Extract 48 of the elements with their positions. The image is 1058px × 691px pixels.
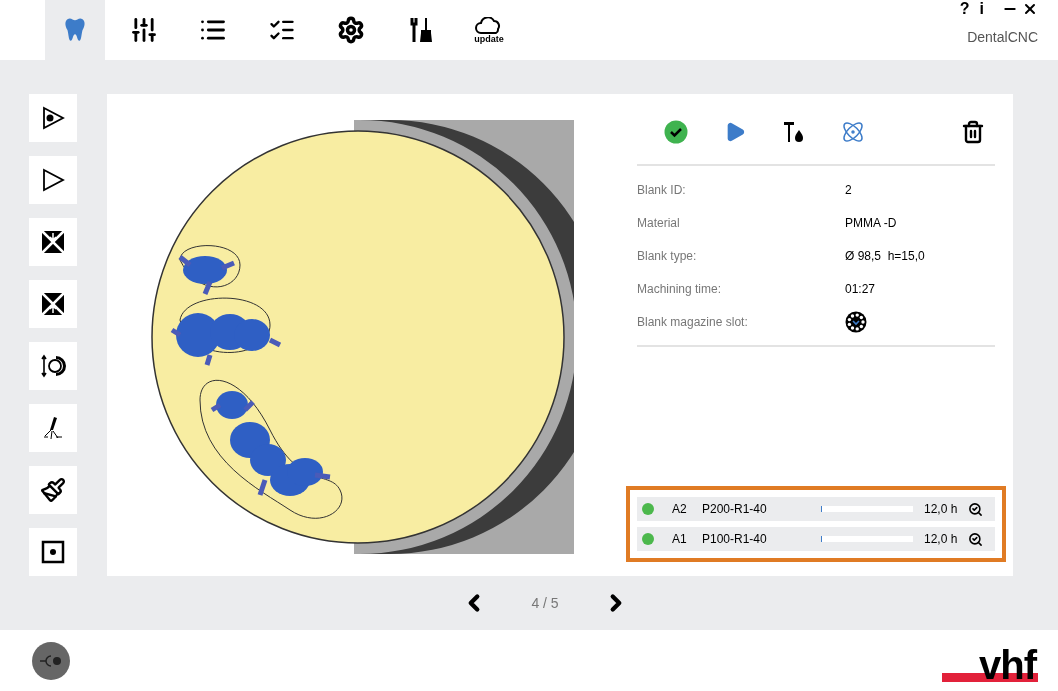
- detail-value: 2: [845, 181, 852, 199]
- tool-name: P100-R1-40: [702, 531, 768, 548]
- time-label: 12,0 h: [924, 531, 959, 548]
- play-target-icon: [40, 105, 66, 131]
- clamp-arrow-down-icon: [40, 229, 66, 255]
- settings-icon: [337, 16, 365, 44]
- time-label: 12,0 h: [924, 501, 959, 518]
- job-row[interactable]: A2 P200-R1-40 12,0 h: [637, 497, 995, 521]
- detail-value: PMMA -D: [845, 214, 897, 232]
- job-row[interactable]: A1 P100-R1-40 12,0 h: [637, 527, 995, 551]
- magazine-slot-icon: [845, 310, 867, 333]
- side-tool-button[interactable]: [29, 342, 77, 390]
- detail-label: Material: [637, 214, 681, 232]
- magnifier-icon[interactable]: [968, 531, 983, 547]
- slot-label: A1: [672, 531, 688, 548]
- atom-icon: [841, 120, 865, 144]
- info-button[interactable]: i: [979, 1, 984, 17]
- sliders-icon: [130, 16, 158, 44]
- trash-icon: [961, 120, 985, 144]
- detail-label: Blank magazine slot:: [637, 313, 749, 331]
- side-tool-button[interactable]: [29, 156, 77, 204]
- side-tool-button[interactable]: [29, 404, 77, 452]
- close-icon[interactable]: [1022, 1, 1038, 17]
- blank-holder-icon: [40, 353, 66, 379]
- side-tool-button[interactable]: [29, 218, 77, 266]
- side-tool-button[interactable]: [29, 466, 77, 514]
- side-tool-button[interactable]: [29, 280, 77, 328]
- detail-label: Machining time:: [637, 280, 723, 298]
- slot-label: A2: [672, 501, 688, 518]
- clamp-arrow-up-icon: [40, 291, 66, 317]
- detail-value: 01:27: [845, 280, 876, 298]
- magnifier-icon[interactable]: [968, 501, 983, 517]
- tool-name: P200-R1-40: [702, 501, 768, 518]
- check-circle-icon: [664, 120, 688, 144]
- page-indicator: 4 / 5: [531, 593, 559, 613]
- plug-icon[interactable]: [32, 641, 70, 680]
- cloud-icon: [475, 16, 503, 35]
- brush-icon: [40, 477, 66, 503]
- app-title: DentalCNC: [967, 28, 1038, 47]
- detail-label: Blank type:: [637, 247, 698, 265]
- update-label: update: [474, 34, 504, 44]
- play-icon: [40, 167, 66, 193]
- help-button[interactable]: ?: [959, 1, 970, 17]
- detail-value: Ø 98,5 h=15,0: [845, 247, 925, 265]
- detail-label: Blank ID:: [637, 181, 687, 199]
- side-tool-button[interactable]: [29, 528, 77, 576]
- side-tool-button[interactable]: [29, 94, 77, 142]
- tool-drop-icon: [782, 120, 806, 144]
